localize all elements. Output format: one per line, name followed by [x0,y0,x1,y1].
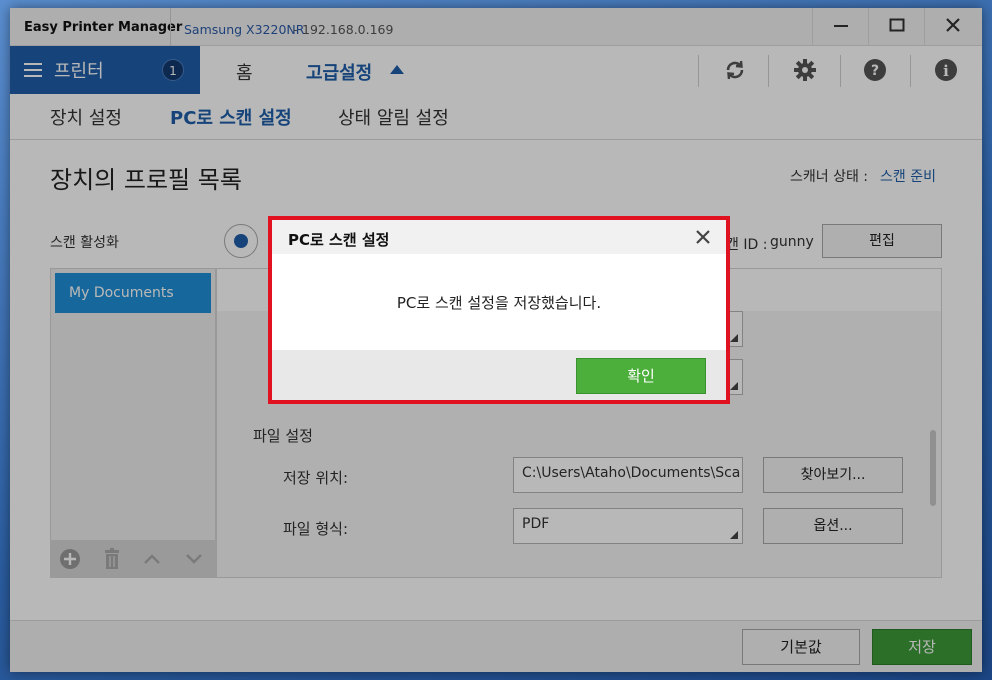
dialog-footer: 확인 [272,350,726,400]
app-window: Easy Printer Manager Samsung X3220NR - 1… [10,8,982,672]
confirmation-dialog: PC로 스캔 설정 PC로 스캔 설정을 저장했습니다. 확인 [268,216,730,404]
dialog-header: PC로 스캔 설정 [272,220,726,254]
dialog-message: PC로 스캔 설정을 저장했습니다. [396,294,602,312]
dialog-title: PC로 스캔 설정 [288,231,390,249]
ok-button[interactable]: 확인 [576,358,706,394]
dialog-close-button[interactable] [690,224,716,250]
close-icon [696,230,710,244]
